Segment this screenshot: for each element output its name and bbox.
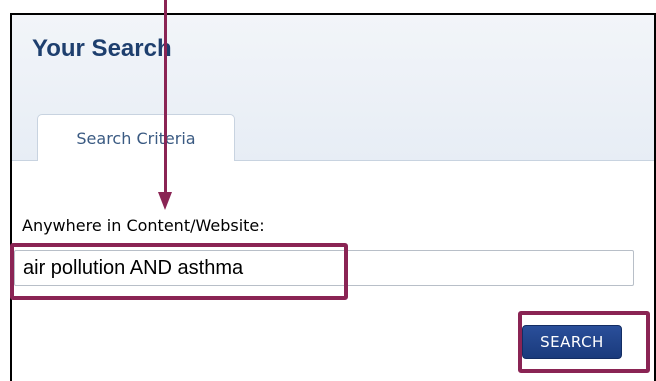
content-field-label: Anywhere in Content/Website:: [22, 216, 265, 235]
search-button[interactable]: SEARCH: [522, 325, 622, 359]
pointer-arrow-head-icon: [158, 192, 172, 210]
panel-header: Your Search Search Criteria: [12, 15, 654, 161]
page-title: Your Search: [32, 35, 172, 62]
search-input[interactable]: [14, 250, 634, 286]
pointer-arrow-line: [164, 0, 167, 194]
tab-search-criteria[interactable]: Search Criteria: [37, 114, 235, 161]
